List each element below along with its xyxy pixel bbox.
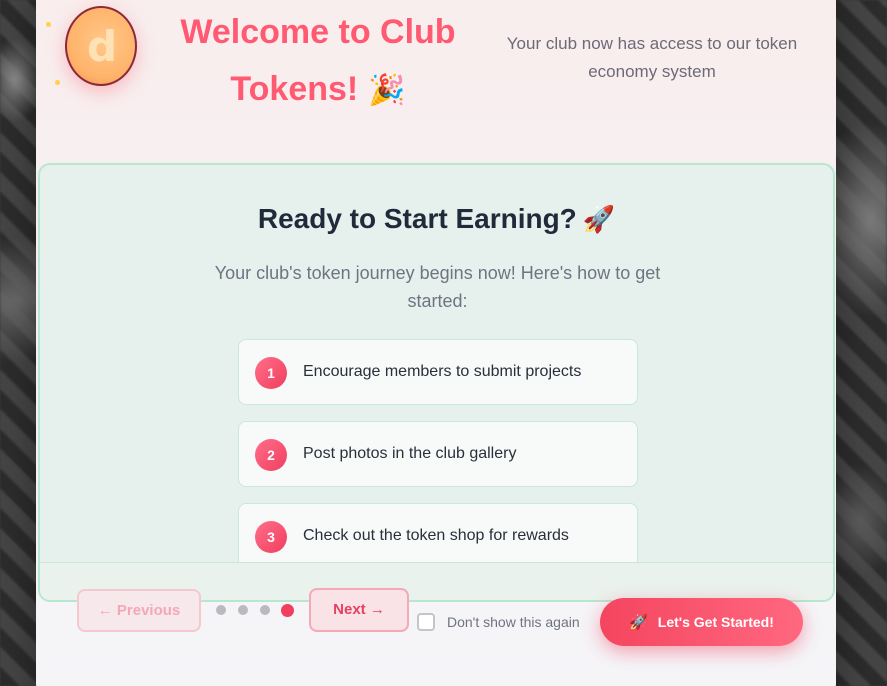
onboarding-panel: Ready to Start Earning? 🚀 Your club's tok… xyxy=(38,163,835,602)
step-number-badge: 3 xyxy=(255,521,287,553)
previous-label: Previous xyxy=(116,602,181,619)
title-text: Welcome to Club Tokens! xyxy=(180,13,456,108)
dont-show-checkbox[interactable] xyxy=(417,613,435,631)
panel-title-text: Ready to Start Earning? xyxy=(257,203,577,234)
modal-header: d Welcome to Club Tokens! 🎉 Your club now… xyxy=(36,0,836,140)
steps-list: 1 Encourage members to submit projects 2… xyxy=(238,339,638,585)
sparkle-icon xyxy=(46,22,51,27)
arrow-left-icon: ← xyxy=(97,602,113,619)
dont-show-label: Don't show this again xyxy=(447,614,580,630)
modal-subtitle: Your club now has access to our token ec… xyxy=(506,34,798,81)
pagination-dot[interactable] xyxy=(216,605,226,615)
arrow-right-icon: → xyxy=(369,601,385,618)
previous-button[interactable]: ← Previous xyxy=(77,589,201,632)
pagination-dot-active[interactable] xyxy=(281,604,294,617)
step-item: 3 Check out the token shop for rewards xyxy=(238,503,638,569)
next-label: Next xyxy=(333,601,366,618)
step-number-badge: 2 xyxy=(255,439,287,471)
step-number-badge: 1 xyxy=(255,357,287,389)
step-text: Check out the token shop for rewards xyxy=(303,527,569,544)
step-item: 2 Post photos in the club gallery xyxy=(238,421,638,487)
step-item: 1 Encourage members to submit projects xyxy=(238,339,638,405)
modal-title: Welcome to Club Tokens! 🎉 xyxy=(156,4,480,119)
pagination-dots xyxy=(216,604,306,618)
panel-title: Ready to Start Earning? 🚀 xyxy=(40,203,833,235)
coin-icon: d xyxy=(65,6,137,86)
get-started-button[interactable]: 🚀 Let's Get Started! xyxy=(600,598,803,646)
get-started-label: Let's Get Started! xyxy=(657,614,774,630)
step-text: Post photos in the club gallery xyxy=(303,445,517,462)
pagination-dot[interactable] xyxy=(260,605,270,615)
rocket-icon: 🚀 xyxy=(629,614,648,631)
party-popper-icon: 🎉 xyxy=(368,74,406,107)
pagination-dot[interactable] xyxy=(238,605,248,615)
rocket-icon: 🚀 xyxy=(582,204,616,234)
coin-letter: d xyxy=(87,22,118,71)
welcome-modal: d Welcome to Club Tokens! 🎉 Your club now… xyxy=(36,0,836,686)
sparkle-icon xyxy=(55,80,60,85)
next-button[interactable]: Next → xyxy=(309,588,409,632)
panel-description: Your club's token journey begins now! He… xyxy=(214,263,661,311)
step-text: Encourage members to submit projects xyxy=(303,363,582,380)
